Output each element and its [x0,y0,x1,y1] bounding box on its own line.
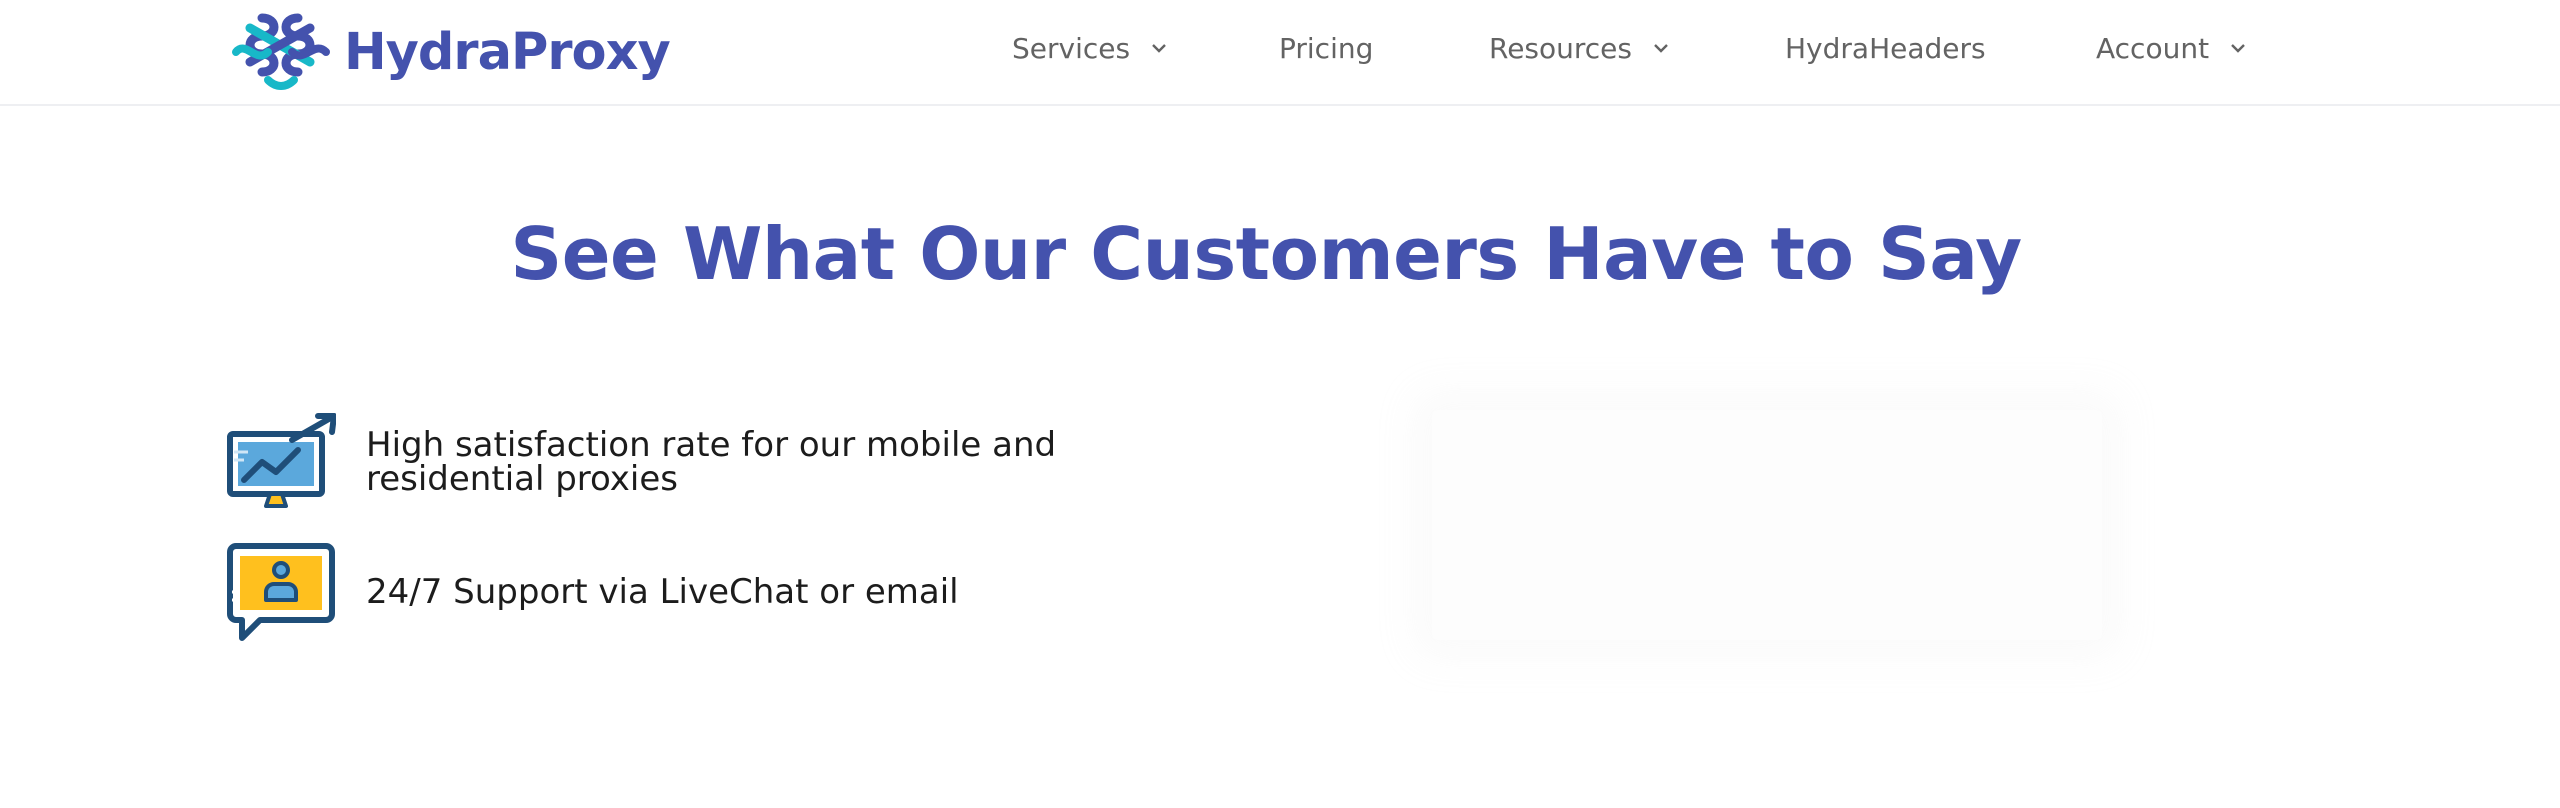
testimonial-widget-placeholder [1432,410,2102,640]
nav-services[interactable]: Services [1012,0,1168,96]
hydra-knot-logo-icon [232,13,330,90]
feature-support-text: 24/7 Support via LiveChat or email [366,572,959,612]
chevron-down-icon [1150,42,1168,54]
section-heading: See What Our Customers Have to Say [510,212,2022,296]
support-chat-icon [227,543,335,641]
nav-account-label: Account [2096,31,2210,65]
nav-pricing-label: Pricing [1279,31,1374,65]
nav-hydraheaders[interactable]: HydraHeaders [1785,0,1986,96]
nav-resources[interactable]: Resources [1489,0,1670,96]
feature-satisfaction-text: High satisfaction rate for our mobile an… [366,425,1057,499]
brand-logo[interactable]: HydraProxy [228,8,671,96]
nav-services-label: Services [1012,31,1131,65]
nav-resources-label: Resources [1489,31,1632,65]
chevron-down-icon [1652,42,1670,54]
brand-name: HydraProxy [344,22,671,82]
growth-chart-monitor-icon [227,413,336,508]
chevron-down-icon [2229,42,2247,54]
nav-hydraheaders-label: HydraHeaders [1785,31,1986,65]
nav-account[interactable]: Account [2096,0,2247,96]
feature-satisfaction: High satisfaction rate for our mobile an… [226,412,1126,512]
nav-pricing[interactable]: Pricing [1279,0,1373,96]
site-header: HydraProxy Services Pricing Resources Hy… [0,0,2560,106]
feature-support: 24/7 Support via LiveChat or email [226,542,1126,642]
